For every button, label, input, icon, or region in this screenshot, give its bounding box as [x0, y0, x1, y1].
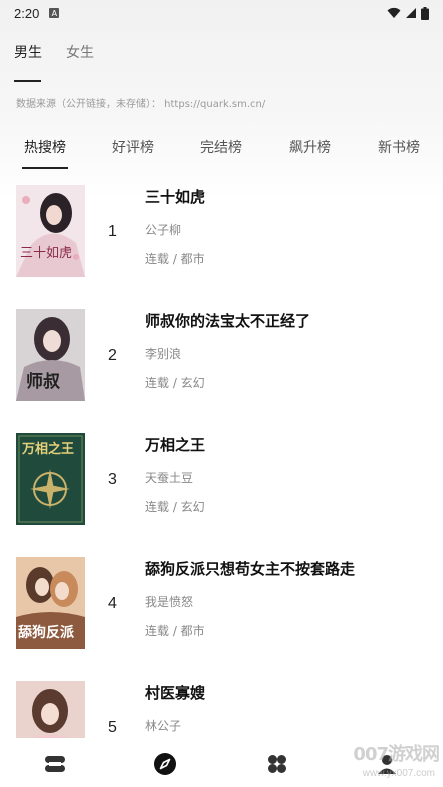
data-source-note: 数据来源（公开链接，未存储）： https://quark.sm.cn/	[16, 99, 266, 110]
tab-rising[interactable]: 飙升榜	[289, 137, 331, 169]
bookshelf-icon	[45, 756, 65, 772]
status-time: 2:20	[14, 5, 40, 21]
status-icons	[387, 6, 429, 20]
notification-badge-icon: A	[49, 8, 60, 18]
rank-number: 4	[108, 595, 117, 612]
book-author: 李别浪	[145, 347, 182, 361]
book-author: 天蚕土豆	[145, 471, 194, 485]
tab-completed[interactable]: 完结榜	[200, 137, 242, 169]
book-list: 三十如虎 1 三十如虎 公子柳 连载 / 都市 师叔 2 师叔你的法宝太不正经了…	[0, 183, 443, 738]
nav-discover[interactable]	[153, 752, 177, 776]
tab-male[interactable]: 男生	[14, 42, 42, 82]
book-status-genre: 连载 / 都市	[145, 624, 205, 638]
cover-title: 舔狗反派	[18, 624, 75, 641]
rank-number: 5	[108, 719, 117, 736]
rank-number: 1	[108, 223, 117, 240]
book-status-genre: 连载 / 玄幻	[145, 376, 205, 390]
discover-compass-icon	[154, 753, 176, 775]
cover-title: 万相之王	[21, 441, 74, 457]
category-icon	[268, 755, 286, 773]
book-title[interactable]: 师叔你的法宝太不正经了	[145, 310, 310, 331]
tab-top-rated[interactable]: 好评榜	[112, 137, 154, 169]
book-title[interactable]: 三十如虎	[145, 186, 205, 207]
book-cover[interactable]: 舔狗反派	[16, 557, 85, 649]
tab-hot-search[interactable]: 热搜榜	[22, 137, 68, 169]
book-author: 公子柳	[145, 223, 182, 237]
book-row[interactable]: 5 村医寡嫂 林公子	[0, 679, 443, 738]
book-row[interactable]: 舔狗反派 4 舔狗反派只想苟女主不按套路走 我是愤怒 连载 / 都市	[0, 555, 443, 679]
book-row[interactable]: 万相之王 3 万相之王 天蚕土豆 连载 / 玄幻	[0, 431, 443, 555]
book-status-genre: 连载 / 都市	[145, 252, 205, 266]
wifi-icon	[387, 7, 401, 18]
book-author: 林公子	[145, 719, 182, 733]
rank-number: 2	[108, 347, 117, 364]
book-cover[interactable]: 师叔	[16, 309, 85, 401]
rank-number: 3	[108, 471, 117, 488]
ranking-tabs: 热搜榜 好评榜 完结榜 飙升榜 新书榜	[0, 137, 443, 171]
book-title[interactable]: 村医寡嫂	[145, 682, 205, 703]
book-author: 我是愤怒	[145, 595, 194, 609]
nav-category[interactable]	[265, 752, 289, 776]
tab-female[interactable]: 女生	[66, 42, 94, 82]
book-cover[interactable]: 三十如虎	[16, 185, 85, 277]
watermark-url: www.yx007.com	[362, 768, 435, 779]
gender-tabs: 男生 女生	[14, 42, 94, 82]
status-bar: 2:20 A	[0, 0, 443, 26]
book-title[interactable]: 万相之王	[145, 434, 205, 455]
nav-bookshelf[interactable]	[43, 752, 67, 776]
battery-icon	[421, 6, 429, 20]
book-cover[interactable]	[16, 681, 85, 738]
book-row[interactable]: 三十如虎 1 三十如虎 公子柳 连载 / 都市	[0, 183, 443, 307]
signal-icon	[406, 8, 416, 18]
cover-title: 师叔	[26, 371, 61, 392]
book-status-genre: 连载 / 玄幻	[145, 500, 205, 514]
book-title[interactable]: 舔狗反派只想苟女主不按套路走	[145, 558, 355, 579]
watermark-logo: 007游戏网	[353, 744, 440, 765]
book-cover[interactable]: 万相之王	[16, 433, 85, 525]
cover-title: 三十如虎	[20, 245, 72, 261]
book-row[interactable]: 师叔 2 师叔你的法宝太不正经了 李别浪 连载 / 玄幻	[0, 307, 443, 431]
tab-new-books[interactable]: 新书榜	[378, 137, 420, 169]
